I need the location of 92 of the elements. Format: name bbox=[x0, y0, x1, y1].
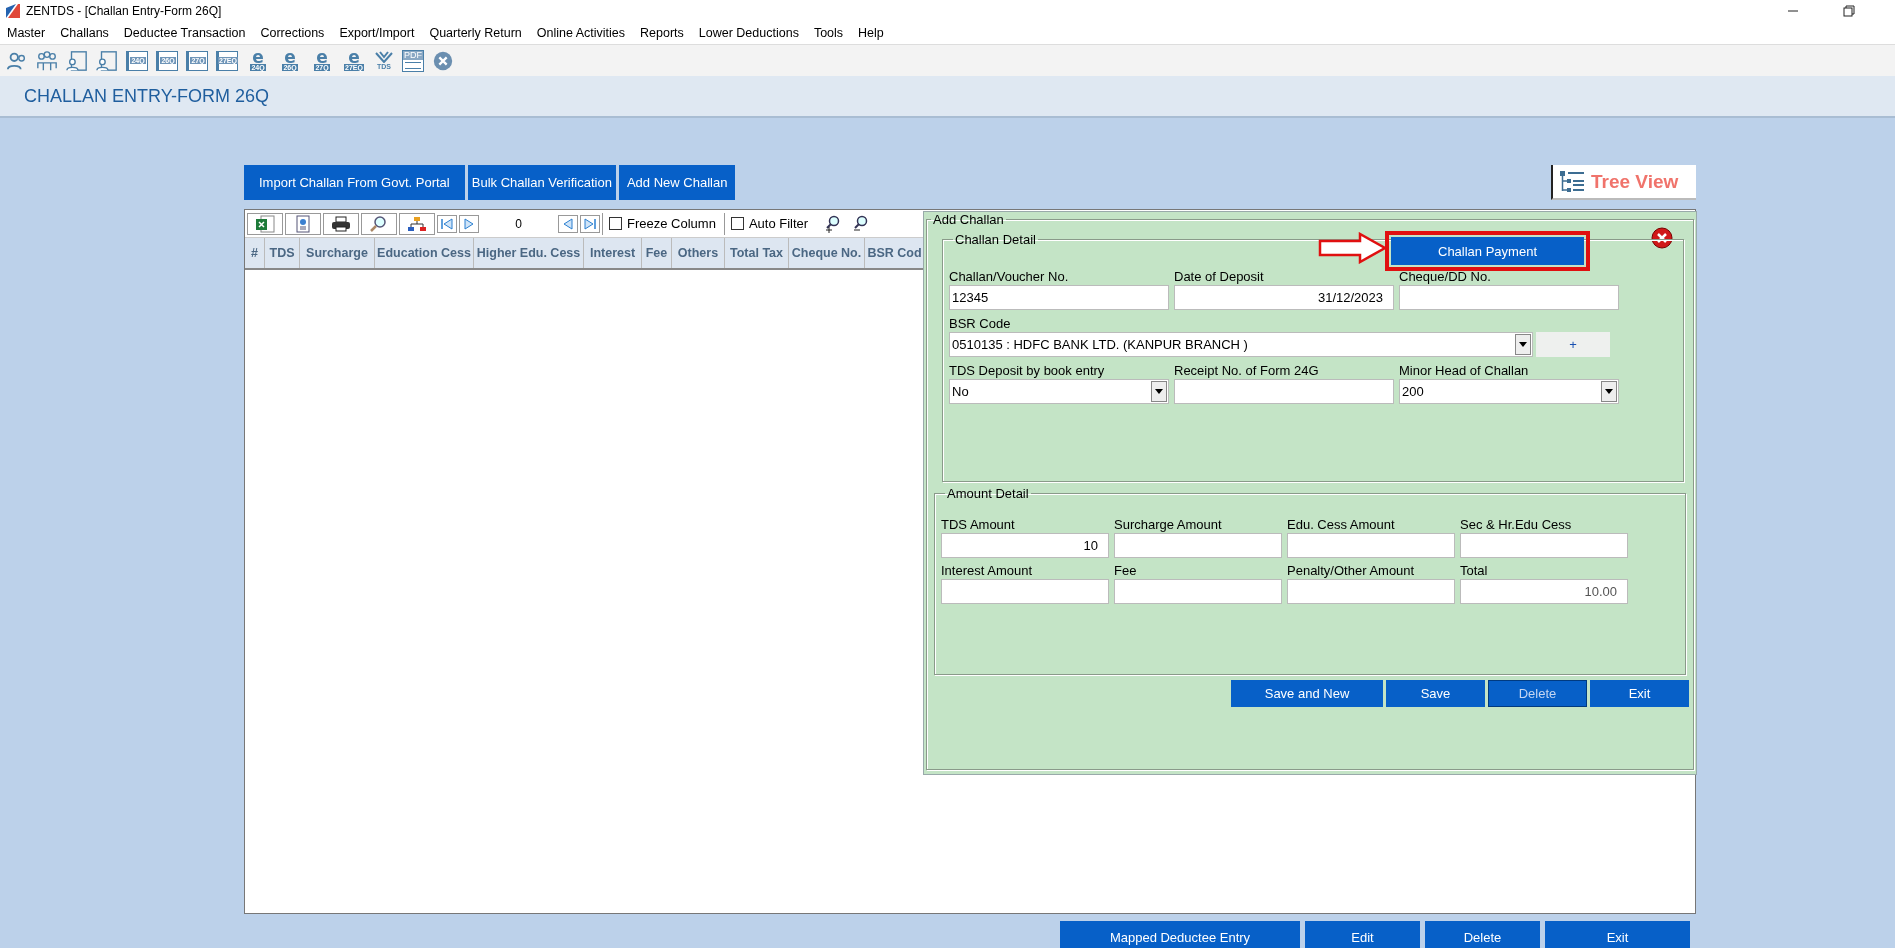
amount-field[interactable]: 10 bbox=[941, 533, 1109, 558]
dropdown-arrow-icon bbox=[1605, 389, 1613, 394]
amount-field[interactable] bbox=[1460, 533, 1628, 558]
last-record-icon[interactable] bbox=[580, 214, 600, 233]
field-label: Fee bbox=[1114, 563, 1138, 579]
field-label: Penalty/Other Amount bbox=[1287, 563, 1416, 579]
column-header[interactable]: Surcharge bbox=[300, 238, 375, 268]
field-label: TDS Deposit by book entry bbox=[949, 363, 1106, 379]
menu-item[interactable]: Challans bbox=[60, 26, 109, 40]
field-label: Receipt No. of Form 24G bbox=[1174, 363, 1320, 379]
dropdown-arrow-icon bbox=[1155, 389, 1163, 394]
next-record-icon[interactable] bbox=[459, 214, 479, 233]
window-title: ZENTDS - [Challan Entry-Form 26Q] bbox=[26, 4, 222, 18]
person-document-icon[interactable] bbox=[96, 49, 118, 72]
amount-field[interactable] bbox=[1287, 579, 1455, 604]
field-label: Total bbox=[1460, 563, 1489, 579]
amount-field[interactable] bbox=[1114, 579, 1282, 604]
dialog-title: Add Challan bbox=[932, 212, 1005, 227]
footer-button[interactable]: Exit bbox=[1545, 921, 1690, 948]
column-header[interactable]: Higher Edu. Cess bbox=[474, 238, 584, 268]
date-field[interactable]: 31/12/2023 bbox=[1174, 285, 1394, 310]
field-label: Minor Head of Challan bbox=[1399, 363, 1530, 379]
field-label: Sec & Hr.Edu Cess bbox=[1460, 517, 1573, 533]
record-counter: 0 bbox=[514, 216, 523, 231]
field-label: Edu. Cess Amount bbox=[1287, 517, 1396, 533]
column-header[interactable]: Education Cess bbox=[375, 238, 474, 268]
menu-item[interactable]: Deductee Transaction bbox=[123, 26, 246, 40]
dropdown-field[interactable]: 0510135 : HDFC BANK LTD. (KANPUR BRANCH ) bbox=[949, 332, 1533, 357]
menu-item[interactable]: Lower Deductions bbox=[698, 26, 799, 40]
amount-field[interactable] bbox=[941, 579, 1109, 604]
input-field[interactable] bbox=[1174, 379, 1394, 404]
web-document-icon[interactable] bbox=[285, 212, 321, 235]
menu-item[interactable]: Help bbox=[858, 26, 884, 40]
search-icon[interactable] bbox=[361, 212, 397, 235]
field-label: Challan/Voucher No. bbox=[949, 269, 1070, 285]
menu-item[interactable]: Corrections bbox=[260, 26, 325, 40]
menu-item[interactable]: Reports bbox=[640, 26, 684, 40]
dialog-button[interactable]: Save bbox=[1386, 680, 1485, 707]
close-icon[interactable] bbox=[1651, 227, 1673, 249]
column-header[interactable]: Cheque No. bbox=[789, 238, 865, 268]
menu-item[interactable]: Quarterly Return bbox=[429, 26, 522, 40]
group-title: Amount Detail bbox=[946, 486, 1030, 501]
amount-field[interactable] bbox=[1287, 533, 1455, 558]
group-title: Challan Detail bbox=[954, 232, 1037, 247]
excel-export-icon[interactable] bbox=[247, 212, 283, 235]
column-header[interactable]: TDS bbox=[265, 238, 300, 268]
footer-button[interactable]: Mapped Deductee Entry bbox=[1060, 921, 1300, 948]
menu-item[interactable]: Tools bbox=[813, 26, 844, 40]
action-button[interactable]: Import Challan From Govt. Portal bbox=[244, 165, 465, 200]
field-label: TDS Amount bbox=[941, 517, 1016, 533]
dropdown-field[interactable]: No bbox=[949, 379, 1169, 404]
input-field[interactable] bbox=[1399, 285, 1619, 310]
freeze-column-checkbox[interactable]: Freeze Column bbox=[602, 212, 722, 235]
field-label: Surcharge Amount bbox=[1114, 517, 1223, 533]
menu-item[interactable]: Online Activities bbox=[536, 26, 626, 40]
column-header[interactable]: Fee bbox=[642, 238, 672, 268]
menu-item[interactable]: Master bbox=[7, 26, 46, 40]
hierarchy-icon[interactable] bbox=[399, 212, 435, 235]
menu-item[interactable]: Export/Import bbox=[339, 26, 415, 40]
column-header[interactable]: # bbox=[245, 238, 265, 268]
column-header[interactable]: Others bbox=[672, 238, 725, 268]
challan-payment-button[interactable]: Challan Payment bbox=[1391, 237, 1584, 265]
footer-button[interactable]: Edit bbox=[1305, 921, 1420, 948]
field-label: Date of Deposit bbox=[1174, 269, 1265, 285]
column-header[interactable]: Total Tax bbox=[725, 238, 789, 268]
dialog-button[interactable]: Save and New bbox=[1231, 680, 1383, 707]
auto-filter-checkbox[interactable]: Auto Filter bbox=[723, 212, 815, 235]
total-field[interactable]: 10.00 bbox=[1460, 579, 1628, 604]
group-icon[interactable] bbox=[36, 49, 58, 72]
column-header[interactable]: Interest bbox=[584, 238, 642, 268]
action-button[interactable]: Bulk Challan Verification bbox=[467, 165, 616, 200]
field-label: Cheque/DD No. bbox=[1399, 269, 1492, 285]
first-record-icon[interactable] bbox=[437, 214, 457, 233]
app-logo-icon bbox=[6, 4, 20, 18]
footer-button[interactable]: Delete bbox=[1425, 921, 1540, 948]
restore-icon[interactable] bbox=[1843, 5, 1855, 17]
field-label: Interest Amount bbox=[941, 563, 1034, 579]
checkbox[interactable] bbox=[609, 217, 622, 230]
dialog-button[interactable]: Exit bbox=[1590, 680, 1689, 707]
page-title: CHALLAN ENTRY-FORM 26Q bbox=[24, 85, 270, 107]
print-icon[interactable] bbox=[323, 212, 359, 235]
dropdown-field[interactable]: 200 bbox=[1399, 379, 1619, 404]
action-button[interactable]: Add New Challan bbox=[618, 165, 736, 200]
dropdown-arrow-icon bbox=[1519, 342, 1527, 347]
previous-record-icon[interactable] bbox=[558, 214, 578, 233]
field-label: BSR Code bbox=[949, 316, 1012, 332]
person-document-icon[interactable] bbox=[66, 49, 88, 72]
add-bank-button[interactable]: + bbox=[1536, 332, 1610, 357]
input-field[interactable]: 12345 bbox=[949, 285, 1169, 310]
checkbox[interactable] bbox=[730, 217, 744, 230]
tree-icon bbox=[1559, 169, 1585, 194]
amount-field[interactable] bbox=[1114, 533, 1282, 558]
